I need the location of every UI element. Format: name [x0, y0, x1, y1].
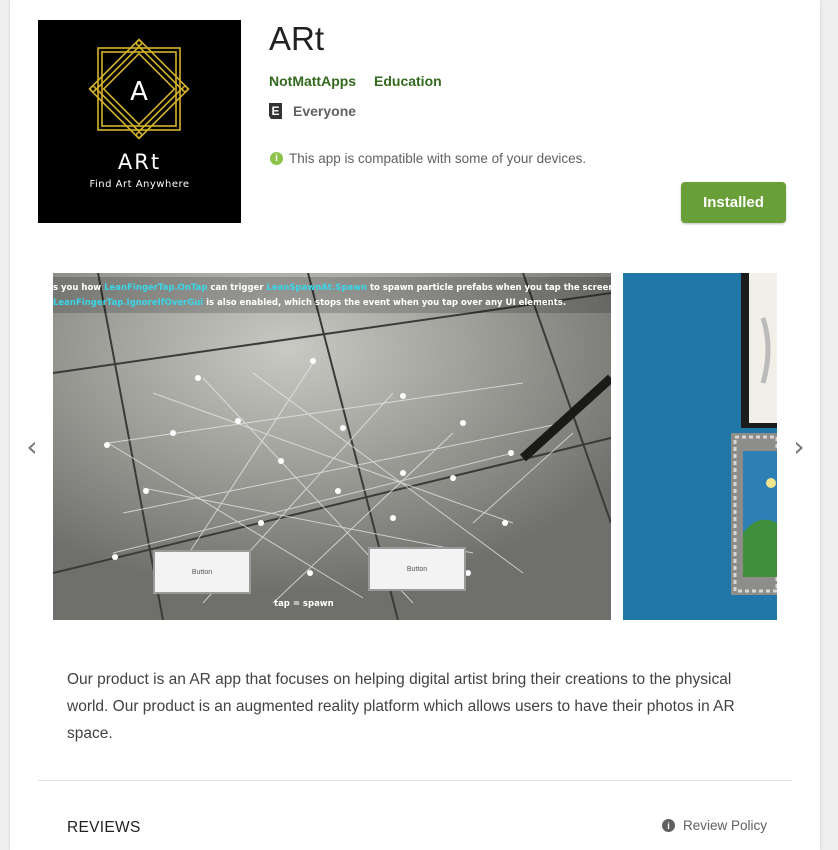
app-icon: A ARt Find Art Anywhere	[38, 20, 241, 223]
installed-button[interactable]: Installed	[681, 182, 786, 223]
screenshot-2-scene	[623, 273, 777, 620]
screenshot-1-scene	[53, 273, 611, 620]
app-description: Our product is an AR app that focuses on…	[67, 671, 735, 742]
section-divider	[38, 780, 792, 781]
screenshot-2[interactable]	[623, 273, 777, 620]
caption-code: LeanFingerTap.OnTap	[104, 283, 208, 293]
chevron-left-icon[interactable]: ‹	[20, 432, 44, 462]
art-logo-icon: A	[88, 38, 190, 140]
compatibility-notice: i This app is compatible with some of yo…	[270, 151, 586, 166]
review-policy-link[interactable]: i Review Policy	[662, 818, 767, 833]
caption-text: can trigger	[207, 283, 267, 293]
app-title: ARt	[269, 20, 325, 57]
reviews-heading: REVIEWS	[67, 819, 141, 836]
review-policy-label: Review Policy	[683, 818, 768, 833]
everyone-rating-icon: E	[269, 103, 282, 119]
compatibility-text: This app is compatible with some of your…	[289, 151, 587, 166]
logo-letter: A	[130, 77, 148, 107]
caption-text: s you how	[53, 283, 105, 293]
info-icon: i	[662, 819, 675, 832]
caption-line-2: LeanFingerTap.IgnoreIfOverGui is also en…	[53, 296, 611, 311]
info-icon: i	[270, 152, 283, 165]
developer-link[interactable]: NotMattApps	[269, 73, 356, 89]
tap-hint: tap = spawn	[274, 599, 334, 609]
caption-text: to spawn particle prefabs when you tap t…	[367, 283, 611, 293]
category-link[interactable]: Education	[374, 73, 442, 89]
caption-code: LeanFingerTap.IgnoreIfOverGui	[53, 298, 204, 308]
icon-app-name: ARt	[117, 150, 162, 174]
content-rating: E Everyone	[269, 103, 356, 119]
caption-text: is also enabled, which stops the event w…	[203, 298, 567, 308]
content-rating-label: Everyone	[293, 103, 357, 119]
demo-button-right: Button	[368, 547, 466, 591]
icon-tagline: Find Art Anywhere	[89, 179, 190, 190]
caption-code: LeanSpawnAt.Spawn	[266, 283, 367, 293]
chevron-right-icon[interactable]: ›	[787, 432, 811, 462]
demo-button-left: Button	[153, 550, 251, 594]
caption-line-1: s you how LeanFingerTap.OnTap can trigge…	[53, 281, 611, 296]
screenshot-caption: s you how LeanFingerTap.OnTap can trigge…	[53, 281, 611, 311]
screenshot-1[interactable]: s you how LeanFingerTap.OnTap can trigge…	[53, 273, 611, 620]
